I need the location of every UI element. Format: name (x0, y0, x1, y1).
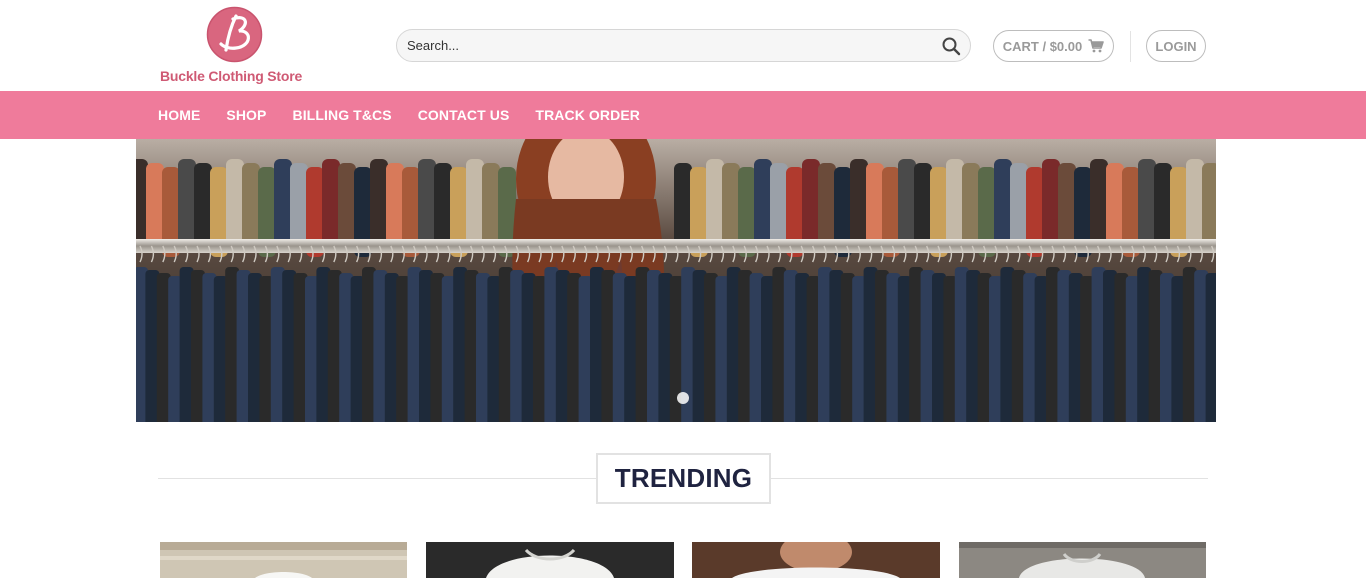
product-card-3[interactable] (692, 542, 940, 578)
nav-item-track-order[interactable]: TRACK ORDER (535, 107, 640, 123)
nav-item-shop[interactable]: SHOP (226, 107, 266, 123)
site-header: Buckle Clothing Store CART / $0.00 LOGIN (0, 0, 1366, 91)
login-button[interactable]: LOGIN (1146, 30, 1206, 62)
product-card-4[interactable] (959, 542, 1206, 578)
cart-icon (1088, 39, 1105, 53)
nav-item-home[interactable]: HOME (158, 107, 200, 123)
header-divider (1130, 31, 1131, 62)
hero-slider[interactable] (136, 139, 1216, 422)
hero-image (136, 139, 1216, 422)
cart-button[interactable]: CART / $0.00 (993, 30, 1114, 62)
product-image-3 (692, 542, 940, 578)
product-image-1 (160, 542, 407, 578)
nav-item-billing[interactable]: BILLING T&CS (292, 107, 391, 123)
search-icon[interactable] (941, 36, 961, 56)
cart-label: CART / $0.00 (1002, 38, 1083, 54)
search-input[interactable] (407, 30, 927, 61)
search-bar (396, 29, 971, 62)
product-image-2 (426, 542, 674, 578)
slider-dot-active[interactable] (677, 392, 689, 404)
product-card-1[interactable] (160, 542, 407, 578)
main-nav: HOME SHOP BILLING T&CS CONTACT US TRACK … (0, 91, 1366, 139)
trending-heading: TRENDING (596, 453, 771, 504)
logo-text: Buckle Clothing Store (160, 68, 303, 84)
product-card-2[interactable] (426, 542, 674, 578)
logo-mark-icon (206, 6, 263, 63)
product-image-4 (959, 542, 1206, 578)
site-logo[interactable]: Buckle Clothing Store (158, 6, 310, 86)
nav-item-contact[interactable]: CONTACT US (418, 107, 510, 123)
